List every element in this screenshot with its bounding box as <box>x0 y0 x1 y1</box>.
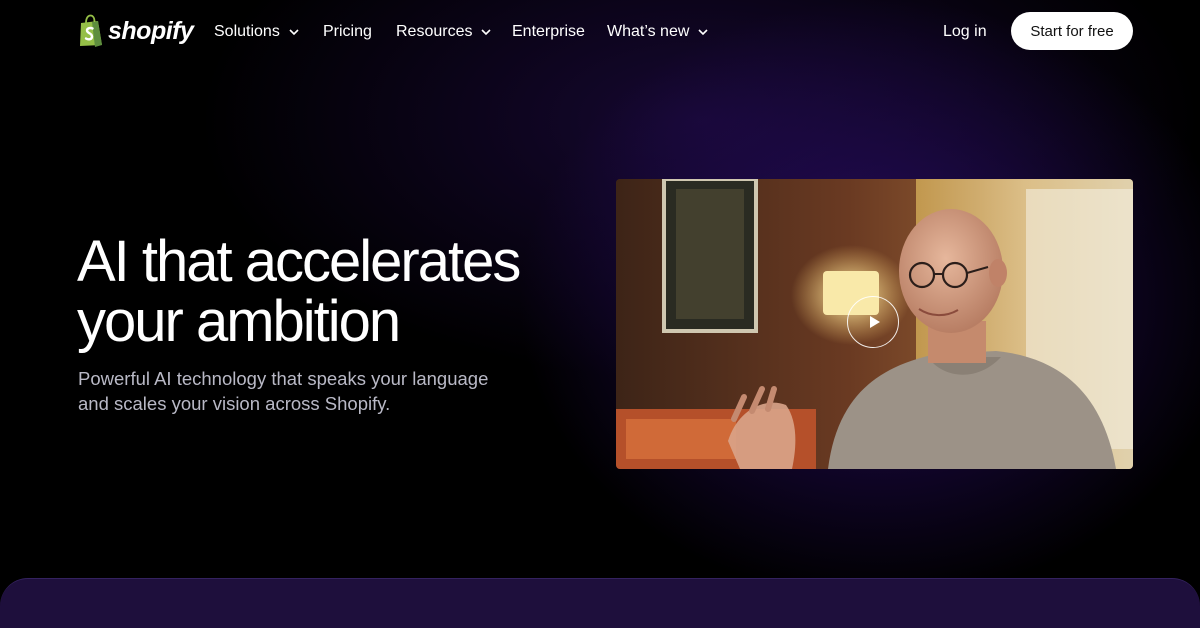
nav-label: Enterprise <box>512 23 585 40</box>
login-link[interactable]: Log in <box>943 20 987 44</box>
hero-headline: AI that accelerates your ambition <box>77 229 521 354</box>
nav-whats-new[interactable]: What’s new <box>607 20 708 44</box>
chevron-down-icon <box>698 29 708 36</box>
brand-name: shopify <box>108 16 194 45</box>
start-for-free-button[interactable]: Start for free <box>1011 12 1133 50</box>
play-icon[interactable] <box>847 296 899 348</box>
top-nav: shopify Solutions Pricing Resources Ente… <box>0 0 1200 64</box>
nav-label: What’s new <box>607 23 690 40</box>
bottom-section-panel <box>0 578 1200 628</box>
nav-resources[interactable]: Resources <box>396 20 492 44</box>
nav-pricing[interactable]: Pricing <box>323 20 372 44</box>
nav-label: Pricing <box>323 23 372 40</box>
hero-subline: Powerful AI technology that speaks your … <box>78 368 489 414</box>
shopping-bag-icon <box>80 14 102 47</box>
shopify-logo[interactable]: shopify <box>77 13 194 49</box>
nav-solutions[interactable]: Solutions <box>214 20 299 44</box>
page: shopify Solutions Pricing Resources Ente… <box>0 0 1200 628</box>
chevron-down-icon <box>481 29 492 36</box>
play-triangle <box>869 316 880 328</box>
nav-label: Resources <box>396 23 473 40</box>
hero-video[interactable] <box>616 179 1133 469</box>
nav-label: Solutions <box>214 23 280 40</box>
chevron-down-icon <box>289 29 299 36</box>
nav-enterprise[interactable]: Enterprise <box>512 20 585 44</box>
